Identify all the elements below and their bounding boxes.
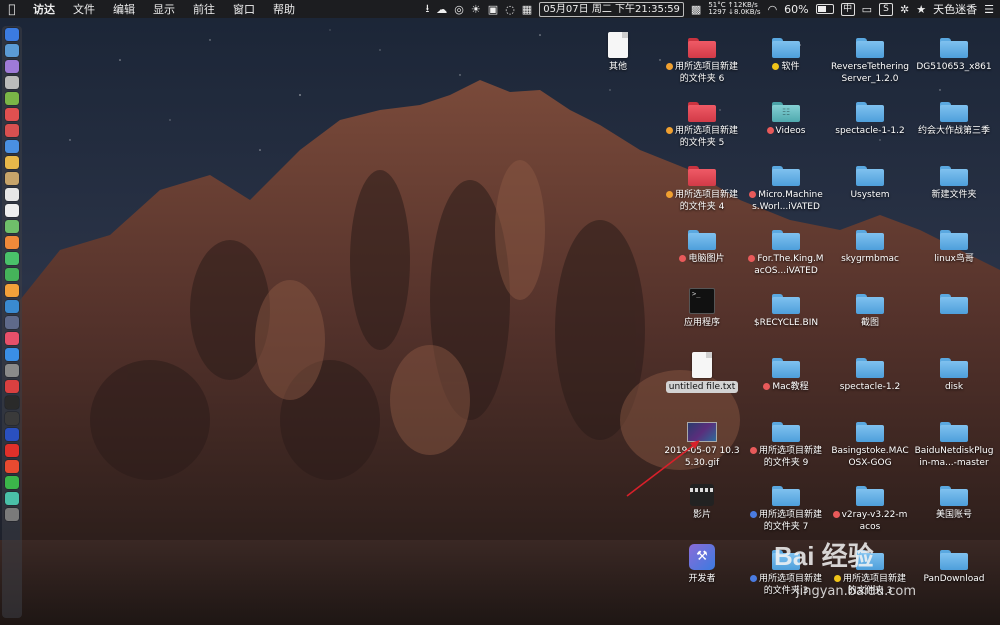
globe-icon[interactable]: ◌	[505, 3, 515, 16]
menu-bar:  访达 文件 编辑 显示 前往 窗口 帮助 ⭳ ☁ ◎ ☀ ▣ ◌ ▦ 05月…	[0, 0, 1000, 18]
menu-finder[interactable]: 访达	[24, 1, 64, 17]
menu-edit[interactable]: 编辑	[104, 1, 144, 17]
watermark-url: jingyan.baidu.com	[796, 584, 916, 599]
calendar-icon[interactable]: ▦	[522, 3, 532, 16]
menu-view[interactable]: 显示	[144, 1, 184, 17]
watermark-logo: Bai 经验	[774, 541, 874, 571]
menu-go[interactable]: 前往	[184, 1, 224, 17]
menu-window[interactable]: 窗口	[224, 1, 264, 17]
battery-percent[interactable]: 60%	[784, 3, 808, 16]
baidu-watermark: Bai 经验 jingyan.baidu.com	[766, 536, 946, 602]
menu-help[interactable]: 帮助	[264, 1, 304, 17]
network-disc-icon[interactable]: ◎	[454, 3, 464, 16]
input-method-indicator[interactable]: 中	[840, 2, 855, 16]
bluetooth-icon[interactable]: ✲	[900, 3, 909, 16]
wifi-icon[interactable]: ◠	[768, 3, 778, 16]
notification-center-icon[interactable]: ☰	[984, 3, 994, 16]
ghost-app-icon[interactable]: ☁	[436, 3, 447, 16]
input-source-icon[interactable]: S	[879, 2, 894, 16]
display-icon[interactable]: ▭	[862, 3, 872, 16]
status-area: ⭳ ☁ ◎ ☀ ▣ ◌ ▦ 05月07日 周二 下午21:35:59 ▩ 51°…	[425, 0, 994, 18]
battery-icon[interactable]	[815, 4, 834, 14]
system-monitor[interactable]: 51°C ↑12KB/s 1297 ↓8.0KB/s	[708, 2, 760, 16]
menu-file[interactable]: 文件	[64, 1, 104, 17]
star-icon[interactable]: ★	[916, 3, 926, 16]
annotation-arrow	[626, 440, 700, 497]
clock[interactable]: 05月07日 周二 下午21:35:59	[539, 1, 684, 17]
download-speed: ↓8.0KB/s	[728, 8, 761, 16]
download-arrow-icon[interactable]: ⭳	[425, 0, 429, 19]
grid-app-icon[interactable]: ▩	[691, 3, 701, 16]
fan-speed: 1297	[708, 8, 727, 16]
shield-app-icon[interactable]: ☀	[471, 3, 481, 16]
screen-icon[interactable]: ▣	[488, 3, 498, 16]
apple-icon[interactable]: 	[0, 2, 24, 16]
user-name[interactable]: 天色迷香	[933, 1, 977, 17]
